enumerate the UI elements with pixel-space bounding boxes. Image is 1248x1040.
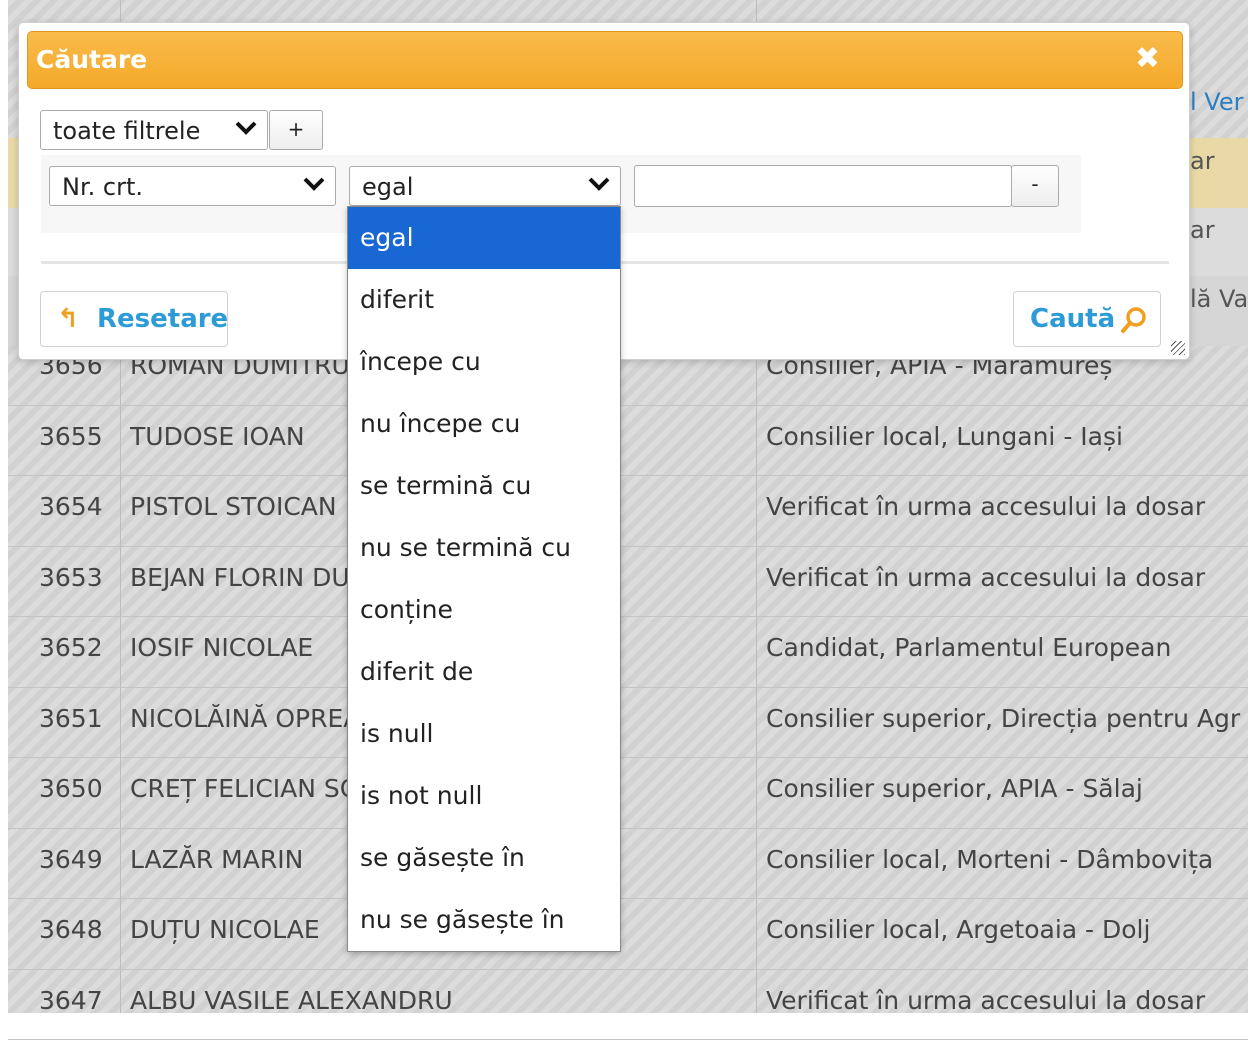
table-row[interactable]: 3654 PISTOL STOICAN Verificat în urma ac… — [8, 476, 1248, 547]
chevron-down-icon — [303, 173, 325, 198]
close-icon[interactable]: ✖ — [1135, 44, 1160, 74]
rule-value-input[interactable] — [634, 165, 1012, 207]
cell-name: ALBU VASILE ALEXANDRU — [130, 986, 750, 1015]
cell-nr: 3649 — [39, 845, 111, 874]
undo-icon: ↰ — [57, 304, 79, 334]
dialog-title: Căutare — [36, 45, 147, 74]
operator-select-value: egal — [362, 173, 413, 201]
cell-nr: 3648 — [39, 915, 111, 944]
remove-rule-button[interactable]: - — [1011, 165, 1059, 207]
cell-nr: 3652 — [39, 633, 111, 662]
cell-function: Verificat în urma accesului la dosar — [766, 986, 1248, 1015]
add-rule-button[interactable]: + — [269, 110, 323, 150]
operator-option[interactable]: se găsește în — [348, 827, 620, 889]
operator-option[interactable]: is null — [348, 703, 620, 765]
table-row[interactable]: 3649 LAZĂR MARIN Consilier local, Morten… — [8, 829, 1248, 900]
cell-function: Consilier superior, APIA - Sălaj — [766, 774, 1248, 803]
resize-grip-icon[interactable] — [1171, 341, 1185, 355]
cell-nr: 3651 — [39, 704, 111, 733]
cell-function: Consilier superior, Direcția pentru Agr — [766, 704, 1248, 733]
table-row[interactable]: 3650 CREȚ FELICIAN SC Consilier superior… — [8, 758, 1248, 829]
reset-button[interactable]: ↰ Resetare — [40, 291, 228, 347]
operator-option[interactable]: egal — [348, 207, 620, 269]
operator-option[interactable]: diferit — [348, 269, 620, 331]
cell-peek: ar — [1190, 216, 1215, 244]
operator-option[interactable]: nu se găsește în — [348, 889, 620, 951]
cell-peek: lă Va — [1190, 285, 1248, 313]
table-row[interactable]: 3647 ALBU VASILE ALEXANDRU Verificat în … — [8, 970, 1248, 1040]
operator-option[interactable]: nu se termină cu — [348, 517, 620, 579]
search-button[interactable]: Caută — [1013, 291, 1161, 347]
operator-option[interactable]: nu începe cu — [348, 393, 620, 455]
column-header-peek[interactable]: l Ver — [1190, 88, 1243, 116]
cell-nr: 3655 — [39, 422, 111, 451]
table-row[interactable]: 3648 DUȚU NICOLAE Consilier local, Arget… — [8, 899, 1248, 970]
operator-option[interactable]: se termină cu — [348, 455, 620, 517]
cell-nr: 3654 — [39, 492, 111, 521]
operator-dropdown-list: egal diferit începe cu nu începe cu se t… — [347, 206, 621, 952]
cell-nr: 3647 — [39, 986, 111, 1015]
chevron-down-icon — [235, 117, 257, 142]
dialog-header[interactable]: Căutare ✖ — [27, 31, 1183, 89]
group-filter-select[interactable]: toate filtrele — [40, 110, 268, 150]
search-button-label: Caută — [1030, 304, 1115, 334]
cell-nr: 3653 — [39, 563, 111, 592]
chevron-down-icon — [588, 173, 610, 198]
table-row[interactable]: 3655 TUDOSE IOAN Consilier local, Lungan… — [8, 406, 1248, 477]
operator-option[interactable]: începe cu — [348, 331, 620, 393]
table-row[interactable]: 3651 NICOLĂINĂ OPREA Consilier superior,… — [8, 688, 1248, 759]
field-select[interactable]: Nr. crt. — [49, 166, 336, 206]
table-row[interactable]: 3652 IOSIF NICOLAE Candidat, Parlamentul… — [8, 617, 1248, 688]
operator-option[interactable]: diferit de — [348, 641, 620, 703]
cell-function: Verificat în urma accesului la dosar — [766, 492, 1248, 521]
reset-button-label: Resetare — [97, 304, 228, 334]
cell-function: Consilier local, Lungani - Iași — [766, 422, 1248, 451]
search-icon — [1120, 306, 1148, 341]
grid-rows: 3656 ROMAN DUMITRU Consilier, APIA - Mar… — [8, 335, 1248, 1040]
cell-function: Verificat în urma accesului la dosar — [766, 563, 1248, 592]
cell-function: Candidat, Parlamentul European — [766, 633, 1248, 662]
table-row[interactable]: 3653 BEJAN FLORIN DU Verificat în urma a… — [8, 547, 1248, 618]
cell-peek: ar — [1190, 147, 1215, 175]
operator-option[interactable]: is not null — [348, 765, 620, 827]
operator-select[interactable]: egal — [349, 166, 621, 206]
cell-function: Consilier local, Morteni - Dâmbovița — [766, 845, 1248, 874]
field-select-value: Nr. crt. — [62, 173, 143, 201]
cell-nr: 3650 — [39, 774, 111, 803]
group-filter-value: toate filtrele — [53, 117, 200, 145]
operator-option[interactable]: conține — [348, 579, 620, 641]
cell-function: Consilier local, Argetoaia - Dolj — [766, 915, 1248, 944]
